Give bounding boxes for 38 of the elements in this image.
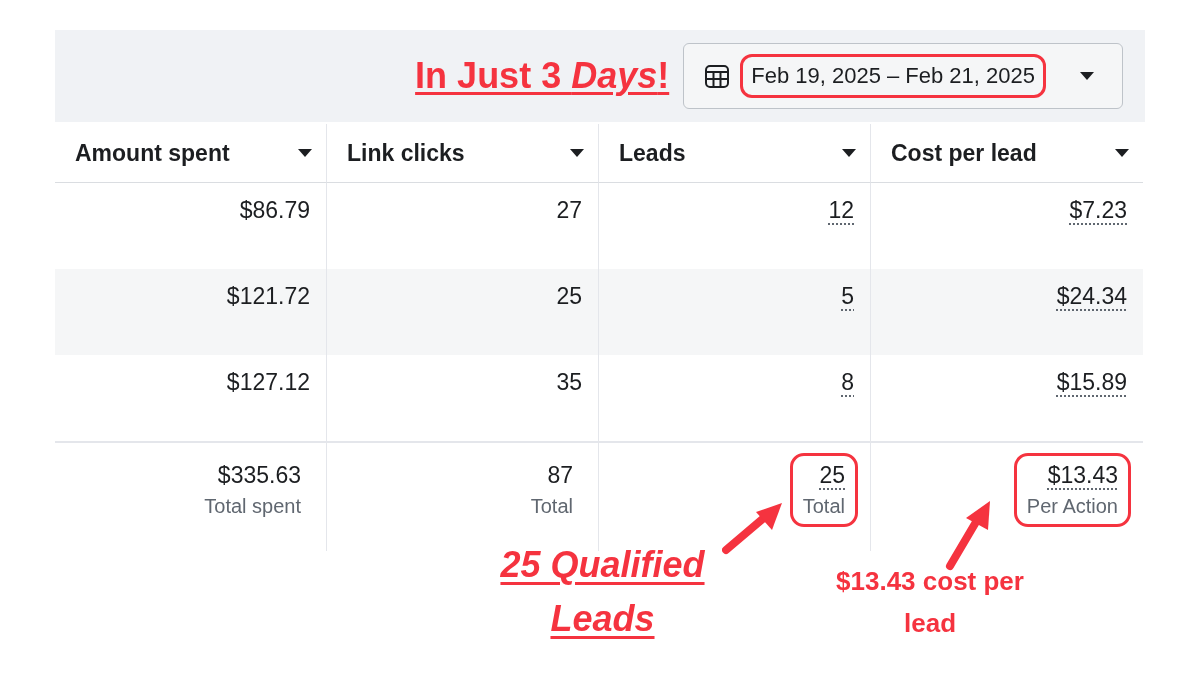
total-value: 25 (819, 462, 845, 489)
table-cell: 12 (828, 197, 854, 223)
table-cell: $24.34 (1056, 283, 1127, 309)
table-cell: $7.23 (1069, 197, 1127, 223)
date-range-text: Feb 19, 2025 – Feb 21, 2025 (740, 54, 1046, 98)
table-cell: 25 (556, 283, 582, 309)
total-value: $335.63 (217, 462, 301, 489)
column-title: Amount spent (75, 139, 230, 167)
table-cell: 5 (841, 283, 854, 309)
total-label: Total (802, 495, 845, 518)
total-label: Total spent (204, 495, 301, 518)
callout-annotation: 25 Qualified Leads (499, 543, 706, 641)
column-header[interactable]: Link clicks (327, 124, 599, 183)
table-cell: 27 (556, 197, 582, 223)
column-header[interactable]: Leads (599, 124, 871, 183)
table-cell: $121.72 (226, 283, 310, 309)
caret-icon (570, 149, 584, 157)
column-title: Cost per lead (891, 139, 1037, 167)
table-cell: 35 (556, 369, 582, 395)
column-title: Leads (619, 139, 686, 167)
column-header[interactable]: Amount spent (55, 124, 327, 183)
total-value: 87 (547, 462, 573, 489)
calendar-icon (704, 63, 731, 89)
total-label: Total (530, 495, 573, 518)
column-title: Link clicks (347, 139, 465, 167)
callout-annotation: $13.43 cost per lead (835, 565, 1025, 640)
caret-icon (1080, 72, 1094, 80)
headline-annotation: In Just 3 Days! (415, 55, 670, 97)
table-cell: 8 (841, 369, 854, 395)
date-range-picker[interactable]: Feb 19, 2025 – Feb 21, 2025 (683, 43, 1123, 109)
caret-icon (298, 149, 312, 157)
total-label: Per Action (1026, 495, 1118, 518)
caret-icon (1115, 149, 1129, 157)
total-value: $13.43 (1047, 462, 1118, 489)
table-cell: $15.89 (1056, 369, 1127, 395)
caret-icon (842, 149, 856, 157)
table-cell: $127.12 (226, 369, 310, 395)
table-cell: $86.79 (239, 197, 310, 223)
